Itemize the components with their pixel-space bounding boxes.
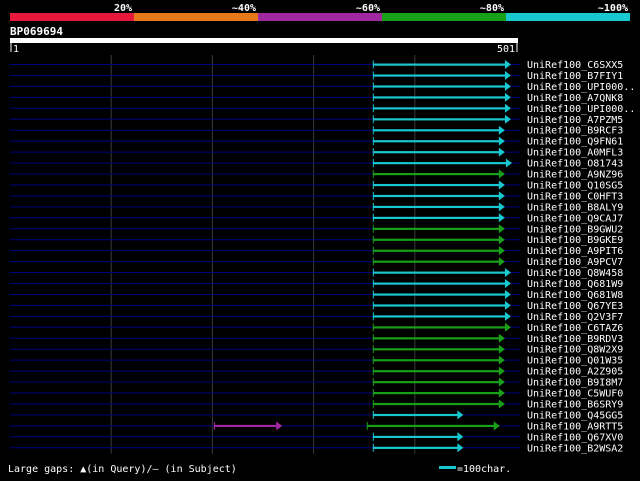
hit-label[interactable]: UniRef100_Q67YE3 — [527, 301, 623, 312]
hit-label[interactable]: UniRef100_B9RDV3 — [527, 334, 623, 345]
hit-label[interactable]: UniRef100_C6SXX5 — [527, 60, 623, 71]
hit-label[interactable]: UniRef100_A7PZM5 — [527, 115, 623, 126]
hit-label[interactable]: UniRef100_UPI000.. — [527, 104, 635, 115]
identity-legend-label: ~40% — [232, 3, 256, 14]
identity-legend-swatch — [10, 13, 134, 21]
hit-label[interactable]: UniRef100_Q67XV0 — [527, 432, 623, 443]
hit-label[interactable]: UniRef100_A9RTT5 — [527, 421, 623, 432]
hit-label[interactable]: UniRef100_B9GKE9 — [527, 235, 623, 246]
hit-label[interactable]: UniRef100_A7QNK8 — [527, 93, 623, 104]
hit-label[interactable]: UniRef100_A0MFL3 — [527, 148, 623, 159]
hit-label[interactable]: UniRef100_Q9CAJ7 — [527, 213, 623, 224]
hit-label[interactable]: UniRef100_Q2V3F7 — [527, 312, 623, 323]
identity-legend-swatch — [258, 13, 382, 21]
hit-label[interactable]: UniRef100_Q8W2X9 — [527, 345, 623, 356]
query-ruler-bar — [10, 38, 518, 43]
scale-note: =100char. — [457, 464, 511, 475]
hit-label[interactable]: UniRef100_A9PIT6 — [527, 246, 623, 257]
hit-labels: UniRef100_C6SXX5UniRef100_B7FIY1UniRef10… — [527, 60, 635, 454]
hit-label[interactable]: UniRef100_B9I8M7 — [527, 378, 623, 389]
hit-label[interactable]: UniRef100_Q9FN61 — [527, 137, 623, 148]
identity-legend-swatch — [382, 13, 506, 21]
hit-label[interactable]: UniRef100_Q10SG5 — [527, 180, 623, 191]
hit-label[interactable]: UniRef100_Q681W8 — [527, 290, 623, 301]
ruler-end-label: 501 — [497, 44, 515, 55]
gaps-note: Large gaps: ▲(in Query)/— (in Subject) — [8, 464, 237, 475]
ruler-start-label: 1 — [13, 44, 19, 55]
identity-legend-label: ~100% — [598, 3, 628, 14]
hit-label[interactable]: UniRef100_C6TAZ6 — [527, 323, 623, 334]
hit-label[interactable]: UniRef100_B2WSA2 — [527, 443, 623, 454]
hit-label[interactable]: UniRef100_B8ALY9 — [527, 202, 623, 213]
hit-label[interactable]: UniRef100_B9RCF3 — [527, 126, 623, 137]
query-name: BP069694 — [10, 25, 63, 38]
hit-label[interactable]: UniRef100_B6SRY9 — [527, 399, 623, 410]
hit-label[interactable]: UniRef100_Q01W35 — [527, 356, 623, 367]
scale-bar — [439, 466, 456, 469]
alignment-overview: 20% ~40% ~60% ~80% ~100% BP069694 1 501 UniR… — [0, 0, 640, 476]
hit-label[interactable]: UniRef100_B7FIY1 — [527, 71, 623, 82]
hit-label[interactable]: UniRef100_A9PCV7 — [527, 257, 623, 268]
hit-label[interactable]: UniRef100_A2Z905 — [527, 367, 623, 378]
identity-legend-swatch — [506, 13, 630, 21]
hit-label[interactable]: UniRef100_UPI000.. — [527, 82, 635, 93]
hit-label[interactable]: UniRef100_C5WUF0 — [527, 389, 623, 400]
hit-label[interactable]: UniRef100_Q8W458 — [527, 268, 623, 279]
identity-legend-label: 20% — [114, 3, 132, 14]
identity-legend-swatch — [134, 13, 258, 21]
identity-legend-label: ~80% — [480, 3, 504, 14]
hit-label[interactable]: UniRef100_O81743 — [527, 159, 623, 170]
hit-label[interactable]: UniRef100_Q45GG5 — [527, 410, 623, 421]
hit-label[interactable]: UniRef100_C0HFT3 — [527, 191, 623, 202]
alignment-chart: 20% ~40% ~60% ~80% ~100% BP069694 1 501 UniR… — [0, 0, 640, 476]
identity-legend-label: ~60% — [356, 3, 380, 14]
hit-label[interactable]: UniRef100_A9NZ96 — [527, 170, 623, 181]
hit-label[interactable]: UniRef100_Q681W9 — [527, 279, 623, 290]
hit-label[interactable]: UniRef100_B9GWU2 — [527, 224, 623, 235]
